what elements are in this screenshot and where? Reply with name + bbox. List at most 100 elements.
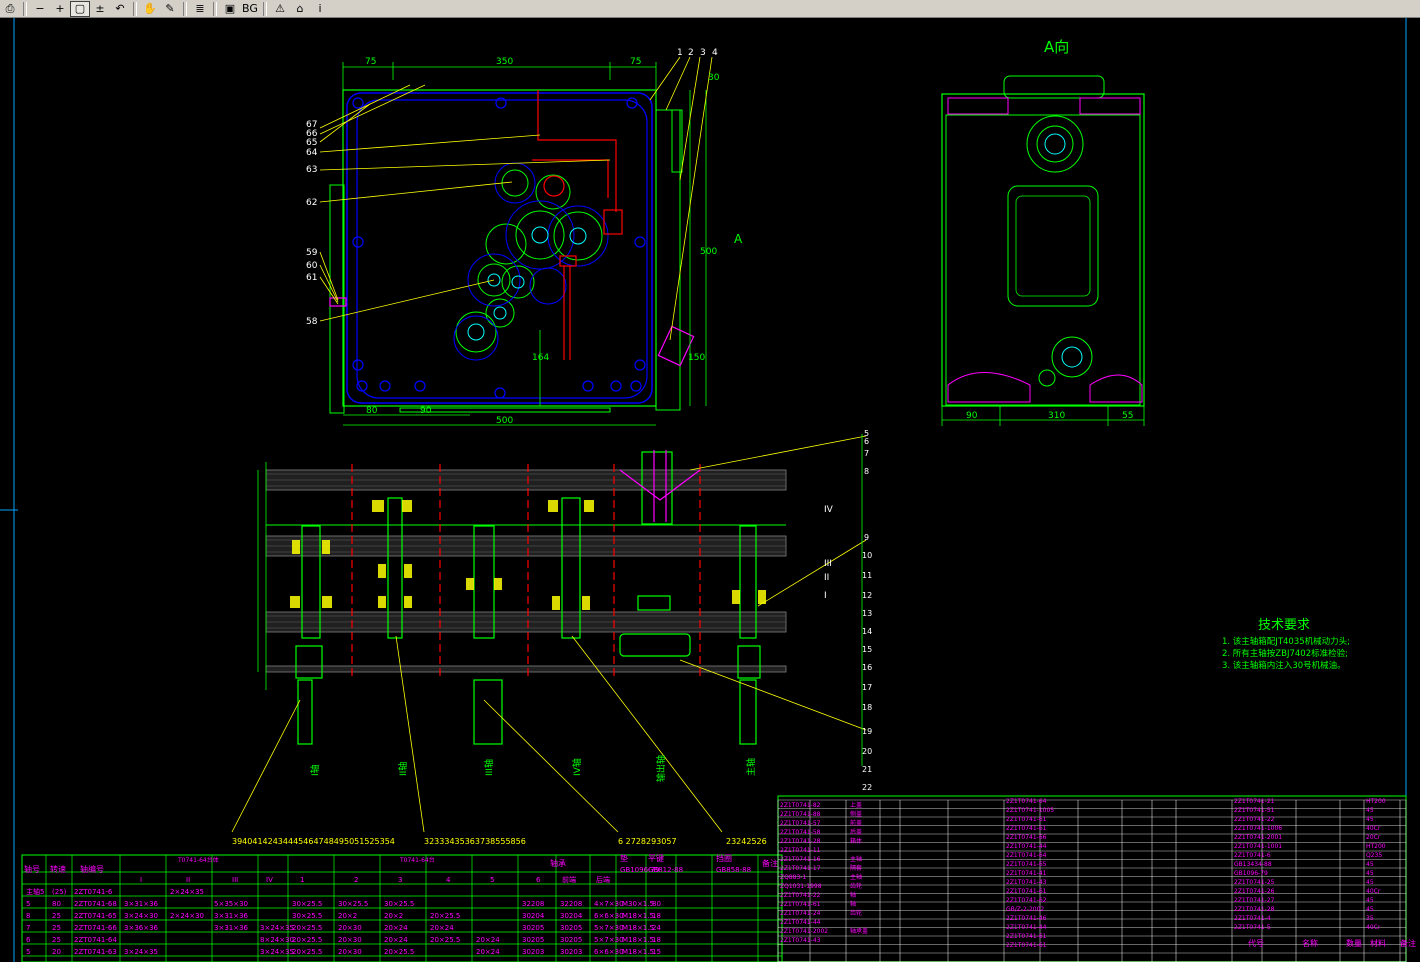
- background-toggle[interactable]: BG: [240, 1, 260, 17]
- table-head-cell: 转速: [50, 864, 66, 874]
- table-cell: M18×1.5: [622, 924, 654, 932]
- parts-code-cell: 2Z1T0741-1001: [1234, 843, 1282, 850]
- pan-icon[interactable]: ✋: [140, 1, 160, 17]
- callout-right-2: 6: [864, 437, 869, 446]
- axis-label-2: II轴: [397, 762, 409, 776]
- table-cell: 20×25.5: [292, 936, 322, 944]
- cad-drawing-canvas[interactable]: A向 A 75 350 75 80 90 500 30 500 150 164 …: [0, 18, 1420, 962]
- parts-code-cell: 2Z1T0741-61: [1006, 933, 1047, 940]
- table-cell: M30×1.5: [622, 900, 654, 908]
- parts-code-cell: 2Z1T0741-88: [780, 811, 821, 818]
- table-cell: 25: [52, 912, 61, 920]
- callout-right-3: 7: [864, 449, 869, 458]
- table-cell: 30204: [560, 912, 583, 920]
- parts-code-cell: 2Z1T0741-44: [1006, 924, 1047, 931]
- callout-right-11: 15: [862, 645, 872, 654]
- layers-icon[interactable]: ≣: [190, 1, 210, 17]
- dim-right-3: 150: [688, 353, 705, 363]
- parts-code-cell: 2Z1T0741-64: [1006, 852, 1047, 859]
- parts-code-cell: 2Z1T0741-17: [780, 865, 821, 872]
- table-cell: 18: [652, 912, 661, 920]
- parts-material-cell: 45: [1366, 906, 1374, 913]
- zoom-previous-icon[interactable]: ↶: [110, 1, 130, 17]
- zoom-realtime-icon[interactable]: ±: [90, 1, 110, 17]
- table-cell: 20×2: [338, 912, 357, 920]
- bottom-callout-group-1: 39404142434445464748495051525354: [232, 837, 395, 846]
- table-head-cell: GB858-88: [716, 866, 751, 874]
- zoom-in-icon[interactable]: +: [50, 1, 70, 17]
- parts-code-cell: 2Z1T0741-82: [780, 802, 821, 809]
- table-cell: 5: [26, 900, 30, 908]
- zoom-window-icon[interactable]: ▢: [70, 0, 90, 17]
- bottom-callout-group-4: 23242526: [726, 837, 767, 846]
- table-subhead-cell: 6: [536, 876, 541, 884]
- table-cell: 30203: [522, 948, 544, 956]
- table-cell: 30204: [522, 912, 545, 920]
- zoom-out-icon[interactable]: −: [30, 1, 50, 17]
- axis-label-1: I轴: [309, 764, 321, 776]
- dim-a-2: 310: [1048, 411, 1065, 421]
- parts-code-cell: 2Z1T0741-44: [780, 919, 821, 926]
- parts-name-cell: 齿轮: [850, 909, 862, 917]
- table-cell: 3×24×30: [124, 912, 158, 920]
- table-subhead-cell: II: [186, 876, 190, 884]
- callout-top-3: 3: [700, 48, 706, 58]
- table-cell: 20×24: [384, 936, 408, 944]
- parts-footer-cell: 材料: [1370, 938, 1386, 948]
- print-icon[interactable]: ⎙: [0, 1, 20, 17]
- save-icon[interactable]: ▣: [220, 1, 240, 17]
- viewer-toolbar: ⎙ − + ▢ ± ↶ ✋ ✎ ≣ ▣ BG ⚠ ⌂ i: [0, 0, 1420, 18]
- parts-code-cell: 2Z1T0741-43: [1006, 879, 1047, 886]
- parts-code-cell: 2Z1T0741-46: [1006, 915, 1047, 922]
- callout-top-2: 2: [688, 48, 694, 58]
- table-subhead-cell: III: [232, 876, 238, 884]
- table-cell: 20×24: [476, 948, 500, 956]
- dim-bottom-2: 90: [420, 406, 432, 416]
- table-subhead-cell: 5: [490, 876, 494, 884]
- tech-req-line-3: 3. 该主轴箱内注入30号机械油。: [1222, 660, 1346, 671]
- callout-right-8: 12: [862, 591, 872, 600]
- table-cell: 20×25.5: [384, 948, 414, 956]
- parts-code-cell: 2Z1T0741-66: [1006, 834, 1047, 841]
- dim-a-1: 90: [966, 411, 978, 421]
- table-cell: 主轴5: [26, 887, 44, 896]
- highlight-icon[interactable]: ✎: [160, 1, 180, 17]
- table-cell: 30205: [522, 924, 544, 932]
- table-cell: 20: [52, 948, 61, 956]
- table-cell: 80: [652, 900, 661, 908]
- parts-code-cell: 2Z1T0741-61: [780, 901, 821, 908]
- toolbar-separator: [133, 1, 137, 16]
- info-icon[interactable]: i: [310, 1, 330, 17]
- parts-material-cell: HT200: [1366, 798, 1386, 805]
- callout-left-3: 65: [306, 138, 317, 148]
- callout-left-10: 58: [306, 317, 318, 327]
- parts-material-cell: 40Cr: [1366, 888, 1381, 895]
- table-subhead-cell: 3: [398, 876, 402, 884]
- parts-code-cell: 2Z1T0741-16: [780, 856, 821, 863]
- dim-top-2: 350: [496, 57, 513, 67]
- table-cell: 2ZT0741-63: [74, 948, 117, 956]
- dim-top-1: 75: [365, 57, 376, 67]
- table-cell: 20×25.5: [430, 936, 460, 944]
- callout-left-7: 59: [306, 248, 318, 258]
- parts-code-cell: 2Z1T0741-61: [1006, 888, 1047, 895]
- table-cell: 20×30: [338, 924, 362, 932]
- parts-name-cell: 后盖: [850, 828, 862, 836]
- parts-material-cell: 45: [1366, 807, 1374, 814]
- developed-section-view: [231, 434, 867, 833]
- parts-material-cell: 40Cr: [1366, 825, 1381, 832]
- callout-right-15: 19: [862, 727, 872, 736]
- table-cell: 3×31×36: [214, 924, 249, 932]
- table-subhead-cell: I: [140, 876, 142, 884]
- warning-icon[interactable]: ⚠: [270, 1, 290, 17]
- home-icon[interactable]: ⌂: [290, 1, 310, 17]
- table-cell: 6×6×30: [594, 948, 624, 956]
- parts-footer-cell: 备注: [1400, 938, 1416, 948]
- callout-right-16: 20: [862, 747, 872, 756]
- parts-code-cell: 2Z1T0741-22: [780, 892, 821, 899]
- table-cell: M18×1.5: [622, 912, 654, 920]
- dim-right-1: 30: [708, 73, 720, 83]
- table-subhead-cell: 2: [354, 876, 358, 884]
- callout-right-18: 22: [862, 783, 872, 792]
- table-cell: 2ZT0741-66: [74, 924, 117, 932]
